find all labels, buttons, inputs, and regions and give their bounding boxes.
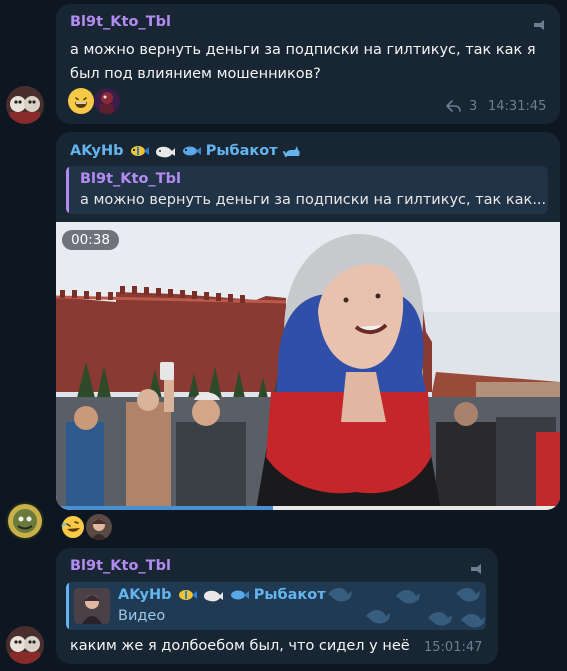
message-bubble-3[interactable]: Bl9t_Kto_Tbl AKyHb Рыбакот Видео каким ж… bbox=[56, 548, 498, 664]
tropical-fish-icon bbox=[178, 590, 197, 600]
reply-arrow-icon[interactable] bbox=[446, 100, 462, 113]
chat-area: Bl9t_Kto_Tbl а можно вернуть деньги за п… bbox=[0, 0, 567, 671]
reaction-laugh[interactable] bbox=[60, 514, 86, 540]
quote-sender: AKyHb bbox=[118, 587, 172, 603]
quote-sender-tag: Рыбакот bbox=[253, 587, 326, 603]
reply-quote[interactable]: Bl9t_Kto_Tbl а можно вернуть деньги за п… bbox=[66, 166, 548, 214]
video-thumbnail bbox=[74, 588, 110, 624]
avatar-bl9t-2[interactable] bbox=[6, 626, 44, 664]
laughing-emoji-icon bbox=[61, 516, 84, 538]
message-bubble-1[interactable]: Bl9t_Kto_Tbl а можно вернуть деньги за п… bbox=[56, 4, 560, 124]
forward-icon bbox=[534, 20, 544, 30]
video-duration: 00:38 bbox=[71, 232, 110, 248]
avatar-bl9t[interactable] bbox=[6, 86, 44, 124]
user-avatar-icon bbox=[86, 514, 112, 540]
avatar-akyhb[interactable] bbox=[6, 502, 44, 540]
sender-name[interactable]: Bl9t_Kto_Tbl bbox=[70, 558, 171, 574]
sender-name[interactable]: Bl9t_Kto_Tbl bbox=[70, 14, 171, 30]
forward-icon bbox=[471, 564, 481, 574]
video-frame bbox=[56, 222, 560, 510]
video-duration-badge: 00:38 bbox=[62, 230, 119, 250]
reply-quote[interactable]: AKyHb Рыбакот Видео bbox=[66, 582, 486, 630]
quote-sender-line: AKyHb Рыбакот bbox=[118, 587, 326, 603]
sender-name[interactable]: AKyHb bbox=[70, 143, 124, 159]
avatar-image bbox=[6, 86, 44, 124]
message-text: а можно вернуть деньги за подписки на ги… bbox=[70, 42, 536, 82]
video-progress-track[interactable] bbox=[56, 506, 560, 510]
sender-tag: Рыбакот bbox=[205, 143, 278, 159]
message-time: 14:31:45 bbox=[488, 99, 547, 114]
cat-icon bbox=[282, 146, 300, 157]
quote-sender: Bl9t_Kto_Tbl bbox=[80, 171, 181, 187]
message-bubble-2[interactable]: AKyHb Рыбакот Bl9t_Kto_Tbl а можно верну… bbox=[56, 132, 560, 510]
avatar-image bbox=[6, 502, 44, 540]
sender-line: AKyHb Рыбакот bbox=[70, 143, 301, 159]
reaction-avatar-2[interactable] bbox=[86, 514, 112, 540]
video-player[interactable]: 00:38 bbox=[56, 222, 560, 510]
reaction-grin[interactable] bbox=[68, 88, 94, 114]
replies-count[interactable]: 3 bbox=[469, 99, 477, 114]
quote-text: а можно вернуть деньги за подписки на ги… bbox=[80, 192, 547, 208]
fish-icon bbox=[230, 590, 249, 600]
tropical-fish-icon bbox=[130, 146, 149, 156]
fish-icon bbox=[182, 146, 201, 156]
reaction-avatar[interactable] bbox=[94, 88, 120, 114]
whale-icon bbox=[155, 146, 175, 158]
user-avatar-icon bbox=[94, 88, 120, 114]
quote-text: Видео bbox=[118, 608, 166, 624]
whale-icon bbox=[203, 590, 223, 602]
video-progress-fill bbox=[56, 506, 273, 510]
message-text: каким же я долбоебом был, что сидел у не… bbox=[70, 638, 410, 654]
avatar-image bbox=[6, 626, 44, 664]
grin-emoji-icon bbox=[69, 89, 93, 113]
reply-accent-bar bbox=[66, 166, 69, 214]
message-time: 15:01:47 bbox=[424, 640, 483, 655]
